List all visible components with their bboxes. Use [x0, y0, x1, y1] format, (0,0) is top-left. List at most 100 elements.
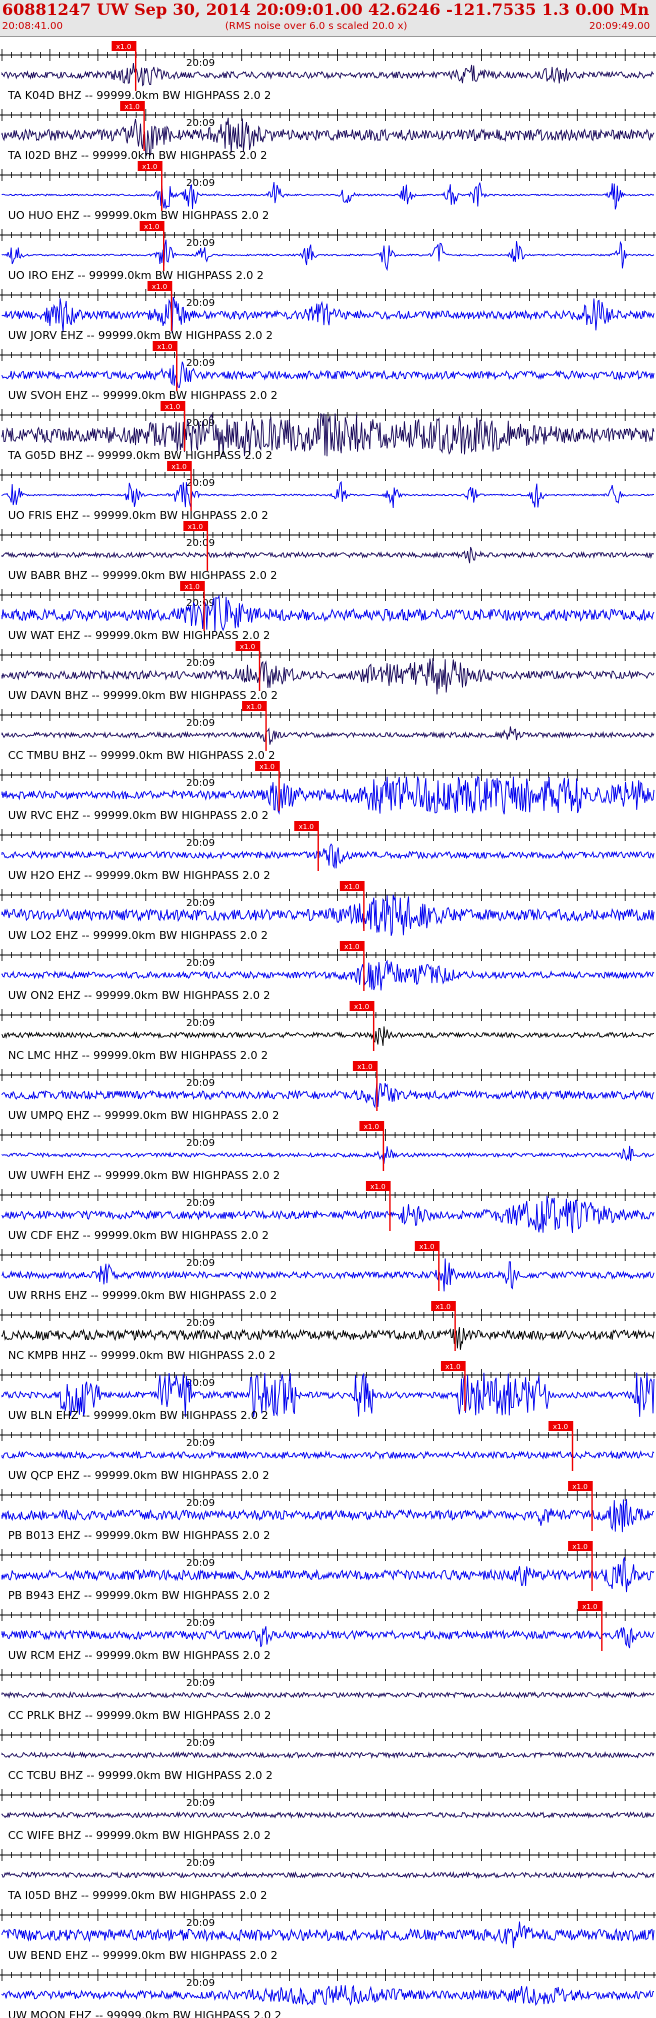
station-label: UW JORV EHZ -- 99999.0km BW HIGHPASS 2.0…: [8, 329, 273, 342]
tick-label: 20:09: [186, 1078, 215, 1089]
station-label: NC KMPB HHZ -- 99999.0km BW HIGHPASS 2.0…: [8, 1349, 276, 1362]
trace-panel: 20:09 TA I05D BHZ -- 99999.0km BW HIGHPAS…: [0, 1849, 656, 1902]
waveform-trace: [1, 1258, 655, 1292]
pick-label: x1.0: [553, 1423, 568, 1431]
pick-label: x1.0: [188, 523, 203, 531]
waveform-trace: [1, 1195, 655, 1233]
tick-label: 20:09: [186, 1318, 215, 1329]
waveform-trace: [1, 1751, 655, 1760]
pick-label: x1.0: [299, 823, 314, 831]
trace-panel: 20:09 UW UMPQ EHZ -- 99999.0km BW HIGHPAS…: [0, 1061, 656, 1122]
station-label: TA I05D BHZ -- 99999.0km BW HIGHPASS 2.0…: [7, 1889, 267, 1902]
pick-label: x1.0: [152, 283, 167, 291]
waveform-trace: [1, 63, 655, 87]
station-label: TA I02D BHZ -- 99999.0km BW HIGHPASS 2.0…: [7, 149, 267, 162]
station-label: UW BEND EHZ -- 99999.0km BW HIGHPASS 2.0…: [8, 1949, 278, 1962]
station-label: TA G05D BHZ -- 99999.0km BW HIGHPASS 2.0…: [7, 449, 272, 462]
waveform-trace: [1, 1626, 655, 1649]
station-label: UW ON2 EHZ -- 99999.0km BW HIGHPASS 2.0 …: [8, 989, 270, 1002]
tick-label: 20:09: [186, 898, 215, 909]
station-label: UW BLN EHZ -- 99999.0km BW HIGHPASS 2.0 …: [8, 1409, 268, 1422]
waveform-trace: [1, 1811, 655, 1819]
trace-panel: 20:09 PB B943 EHZ -- 99999.0km BW HIGHPAS…: [0, 1541, 656, 1602]
station-label: TA K04D BHZ -- 99999.0km BW HIGHPASS 2.0…: [7, 89, 271, 102]
trace-panel: 20:09 UW LO2 EHZ -- 99999.0km BW HIGHPASS…: [0, 881, 656, 942]
trace-panel: 20:09 UW RVC EHZ -- 99999.0km BW HIGHPASS…: [0, 761, 656, 822]
tick-label: 20:09: [186, 1978, 215, 1989]
pick-label: x1.0: [116, 43, 131, 51]
station-label: UW WAT EHZ -- 99999.0km BW HIGHPASS 2.0 …: [8, 629, 270, 642]
station-label: UO FRIS EHZ -- 99999.0km BW HIGHPASS 2.0…: [8, 509, 268, 522]
station-label: UW H2O EHZ -- 99999.0km BW HIGHPASS 2.0 …: [8, 869, 270, 882]
pick-label: x1.0: [419, 1243, 434, 1251]
waveform-trace: [1, 726, 655, 745]
trace-panel: 20:09 UW CDF EHZ -- 99999.0km BW HIGHPASS…: [0, 1181, 656, 1242]
waveform-trace: [1, 546, 655, 564]
tick-label: 20:09: [186, 1798, 215, 1809]
tick-label: 20:09: [186, 1258, 215, 1269]
plot-header: 60881247 UW Sep 30, 2014 20:09:01.00 42.…: [0, 0, 656, 37]
pick-label: x1.0: [344, 943, 359, 951]
trace-panel: 20:09 UW QCP EHZ -- 99999.0km BW HIGHPASS…: [0, 1421, 656, 1482]
waveform-trace: [1, 1327, 655, 1350]
waveform-trace: [1, 959, 655, 991]
tick-label: 20:09: [186, 358, 215, 369]
trace-panel: 20:09 UW RRHS EHZ -- 99999.0km BW HIGHPAS…: [0, 1241, 656, 1302]
tick-label: 20:09: [186, 1918, 215, 1929]
pick-label: x1.0: [157, 343, 172, 351]
pick-label: x1.0: [124, 103, 139, 111]
trace-panel: 20:09 UW SVOH EHZ -- 99999.0km BW HIGHPAS…: [0, 341, 656, 402]
waveform-trace: [1, 1690, 655, 1699]
tick-label: 20:09: [186, 538, 215, 549]
station-label: PB B013 EHZ -- 99999.0km BW HIGHPASS 2.0…: [8, 1529, 270, 1542]
trace-panel: 20:09 UW JORV EHZ -- 99999.0km BW HIGHPAS…: [0, 281, 656, 342]
pick-label: x1.0: [357, 1063, 372, 1071]
trace-panel: 20:09 UW UWFH EHZ -- 99999.0km BW HIGHPAS…: [0, 1121, 656, 1182]
station-label: CC TCBU BHZ -- 99999.0km BW HIGHPASS 2.0…: [8, 1769, 273, 1782]
waveform-trace: [1, 1557, 655, 1593]
trace-panel: 20:09 UW ON2 EHZ -- 99999.0km BW HIGHPASS…: [0, 941, 656, 1002]
trace-panel: 20:09UW BLN EHZ -- 99999.0km BW HIGHPASS…: [0, 1361, 656, 1422]
waveform-trace: [1, 1921, 655, 1949]
waveform-trace: [1, 1984, 655, 2007]
trace-panel: 20:09 CC WIFE BHZ -- 99999.0km BW HIGHPAS…: [0, 1789, 656, 1842]
trace-panel: 20:09 UW BABR BHZ -- 99999.0km BW HIGHPAS…: [0, 521, 656, 582]
station-label: UW UWFH EHZ -- 99999.0km BW HIGHPASS 2.0…: [8, 1169, 280, 1182]
pick-label: x1.0: [572, 1543, 587, 1551]
waveform-trace: [1, 361, 655, 389]
event-title: 60881247 UW Sep 30, 2014 20:09:01.00 42.…: [2, 0, 654, 19]
tick-label: 20:09: [186, 1198, 215, 1209]
pick-label: x1.0: [572, 1483, 587, 1491]
trace-panel: 20:09 CC PRLK BHZ -- 99999.0km BW HIGHPAS…: [0, 1669, 656, 1722]
tick-label: 20:09: [186, 1558, 215, 1569]
tick-label: 20:09: [186, 1618, 215, 1629]
station-label: UW RCM EHZ -- 99999.0km BW HIGHPASS 2.0 …: [8, 1649, 271, 1662]
pick-label: x1.0: [240, 643, 255, 651]
waveform-trace: [1, 239, 655, 272]
station-label: UW UMPQ EHZ -- 99999.0km BW HIGHPASS 2.0…: [8, 1109, 279, 1122]
trace-panel: 20:09 TA I02D BHZ -- 99999.0km BW HIGHPAS…: [0, 101, 656, 162]
pick-label: x1.0: [259, 763, 274, 771]
station-label: CC TMBU BHZ -- 99999.0km BW HIGHPASS 2.0…: [8, 749, 275, 762]
station-label: UO IRO EHZ -- 99999.0km BW HIGHPASS 2.0 …: [8, 269, 264, 282]
trace-panel: 20:09 TA K04D BHZ -- 99999.0km BW HIGHPAS…: [0, 41, 656, 102]
waveform-trace: [1, 1499, 655, 1533]
pick-label: x1.0: [354, 1003, 369, 1011]
tick-label: 20:09: [186, 718, 215, 729]
tick-label: 20:09: [186, 778, 215, 789]
tick-label: 20:09: [186, 658, 215, 669]
tick-label: 20:09: [186, 958, 215, 969]
trace-panel: 20:09 UW H2O EHZ -- 99999.0km BW HIGHPASS…: [0, 821, 656, 882]
station-label: UW LO2 EHZ -- 99999.0km BW HIGHPASS 2.0 …: [8, 929, 268, 942]
station-label: UW MOON EHZ -- 99999.0km BW HIGHPASS 2.0…: [8, 2009, 281, 2018]
tick-label: 20:09: [186, 418, 215, 429]
station-label: UW QCP EHZ -- 99999.0km BW HIGHPASS 2.0 …: [8, 1469, 269, 1482]
start-time: 20:08:41.00: [2, 21, 63, 32]
trace-panel: 20:09UW WAT EHZ -- 99999.0km BW HIGHPASS…: [0, 581, 656, 642]
waveform-trace: [1, 1450, 655, 1460]
pick-label: x1.0: [582, 1603, 597, 1611]
pick-label: x1.0: [344, 883, 359, 891]
trace-panel: 20:09 UW BEND EHZ -- 99999.0km BW HIGHPAS…: [0, 1909, 656, 1962]
trace-panel: 20:09 UW RCM EHZ -- 99999.0km BW HIGHPASS…: [0, 1601, 656, 1662]
waveform-trace: [1, 182, 655, 210]
